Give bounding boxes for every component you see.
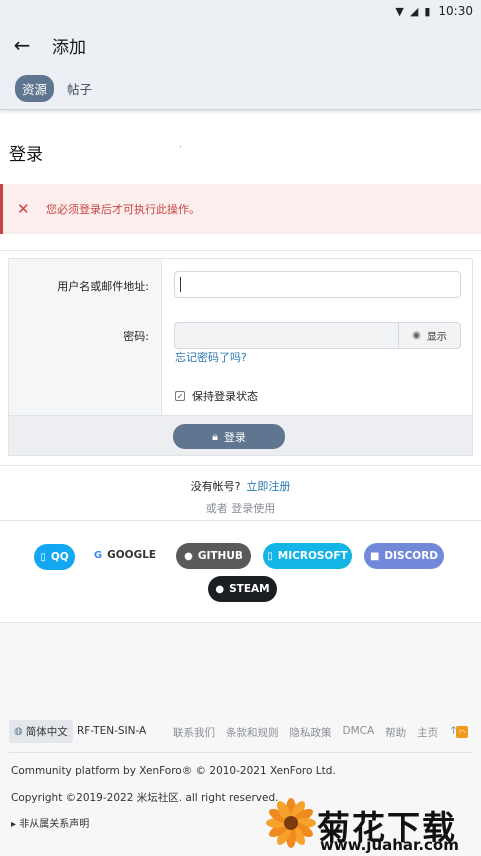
login-form: 用户名或邮件地址: 密码: ◉ 显示 忘记密码了吗? ✓ 保持登录状态 🔒︎ 登… bbox=[8, 258, 473, 456]
footer-link-home[interactable]: 主页 bbox=[417, 725, 438, 740]
error-message-block: ✕ 您必须登录后才可执行此操作。 bbox=[0, 184, 481, 234]
divider bbox=[9, 752, 472, 753]
back-button[interactable]: ← bbox=[0, 23, 44, 67]
qq-login-button[interactable]: ▯ QQ bbox=[34, 544, 75, 570]
github-icon: ● bbox=[184, 550, 193, 562]
signal-icon: ◢ bbox=[409, 4, 419, 18]
discord-label: DISCORD bbox=[384, 550, 439, 562]
app-bar: ← 添加 bbox=[0, 22, 481, 68]
register-row: 没有帐号? 立即注册 bbox=[0, 478, 481, 494]
footer-copyright-line: Copyright ©2019-2022 米坛社区. all right res… bbox=[11, 792, 279, 804]
status-time: 10:30 bbox=[438, 4, 473, 18]
remember-me-label: 保持登录状态 bbox=[192, 390, 258, 403]
login-button[interactable]: 🔒︎ 登录 bbox=[173, 424, 285, 449]
tab-posts[interactable]: 帖子 bbox=[60, 75, 99, 102]
microsoft-login-button[interactable]: ▯ MICROSOFT bbox=[263, 543, 352, 569]
show-password-label: 显示 bbox=[426, 332, 447, 343]
remember-me-checkbox[interactable]: ✓ 保持登录状态 bbox=[175, 388, 258, 404]
globe-icon: ◍ bbox=[14, 726, 23, 737]
checkbox-icon: ✓ bbox=[175, 391, 185, 401]
microsoft-label: MICROSOFT bbox=[277, 550, 348, 562]
divider-dot bbox=[180, 146, 181, 147]
divider bbox=[0, 520, 481, 521]
username-label: 用户名或邮件地址: bbox=[57, 280, 149, 293]
qq-label: QQ bbox=[50, 551, 69, 563]
google-label: GOOGLE bbox=[107, 549, 157, 561]
discord-icon: ■ bbox=[369, 550, 380, 562]
password-label: 密码: bbox=[123, 330, 149, 343]
form-label-column: 用户名或邮件地址: 密码: bbox=[9, 259, 162, 415]
page-title: 登录 bbox=[9, 145, 43, 165]
github-login-button[interactable]: ● GITHUB bbox=[176, 543, 251, 569]
wifi-icon: ▼ bbox=[395, 4, 404, 18]
steam-login-button[interactable]: ● STEAM bbox=[208, 576, 277, 602]
language-chooser[interactable]: ◍ 简体中文 bbox=[9, 720, 73, 743]
disclaimer-link[interactable]: ▸ 非从属关系声明 bbox=[11, 815, 89, 830]
github-label: GITHUB bbox=[197, 550, 243, 562]
microsoft-icon: ▯ bbox=[267, 550, 273, 562]
footer-link-terms[interactable]: 条款和规则 bbox=[226, 725, 279, 740]
steam-label: STEAM bbox=[229, 583, 270, 595]
footer-link-contact[interactable]: 联系我们 bbox=[173, 725, 215, 740]
password-input[interactable]: ◉ 显示 bbox=[174, 322, 461, 349]
footer-link-help[interactable]: 帮助 bbox=[385, 725, 406, 740]
tabs-bar: 资源 帖子 bbox=[0, 68, 481, 110]
text-caret bbox=[180, 277, 181, 292]
status-bar: ▼ ◢ ▮ 10:30 bbox=[0, 0, 481, 22]
show-password-button[interactable]: ◉ 显示 bbox=[398, 323, 460, 348]
watermark-url: www.juahar.com bbox=[320, 836, 459, 854]
register-link[interactable]: 立即注册 bbox=[246, 480, 290, 493]
lock-icon: 🔒︎ bbox=[212, 429, 218, 443]
footer-links: 联系我们 条款和规则 隐私政策 DMCA 帮助 主页 ↑ bbox=[173, 725, 469, 740]
form-footer: 🔒︎ 登录 bbox=[9, 415, 472, 455]
register-prompt: 没有帐号? bbox=[190, 480, 241, 493]
arrow-left-icon: ← bbox=[13, 33, 31, 57]
style-chooser[interactable]: RF-TEN-SIN-A bbox=[77, 725, 146, 737]
footer-link-dmca[interactable]: DMCA bbox=[343, 725, 375, 740]
steam-icon: ● bbox=[215, 583, 225, 595]
or-login-with: 或者 登录使用 bbox=[205, 502, 276, 515]
close-icon: ✕ bbox=[17, 200, 30, 218]
divider bbox=[0, 250, 481, 251]
qq-icon: ▯ bbox=[40, 551, 46, 563]
discord-login-button[interactable]: ■ DISCORD bbox=[364, 543, 444, 569]
login-button-label: 登录 bbox=[223, 430, 246, 444]
google-icon: G bbox=[93, 549, 103, 561]
footer-link-privacy[interactable]: 隐私政策 bbox=[290, 725, 332, 740]
forgot-password-link[interactable]: 忘记密码了吗? bbox=[175, 349, 247, 365]
username-input[interactable] bbox=[174, 271, 461, 298]
flower-logo-icon bbox=[266, 798, 316, 848]
eye-icon: ◉ bbox=[412, 330, 421, 341]
rss-icon[interactable]: ◠ bbox=[456, 726, 468, 738]
footer-xenforo-line: Community platform by XenForo® © 2010-20… bbox=[11, 765, 336, 777]
divider bbox=[0, 465, 481, 466]
app-title: 添加 bbox=[52, 37, 86, 58]
tab-resources[interactable]: 资源 bbox=[15, 75, 55, 102]
battery-icon: ▮ bbox=[424, 4, 431, 18]
language-label: 简体中文 bbox=[25, 726, 68, 738]
error-message: 您必须登录后才可执行此操作。 bbox=[46, 203, 200, 216]
google-login-button[interactable]: G GOOGLE bbox=[88, 542, 162, 568]
